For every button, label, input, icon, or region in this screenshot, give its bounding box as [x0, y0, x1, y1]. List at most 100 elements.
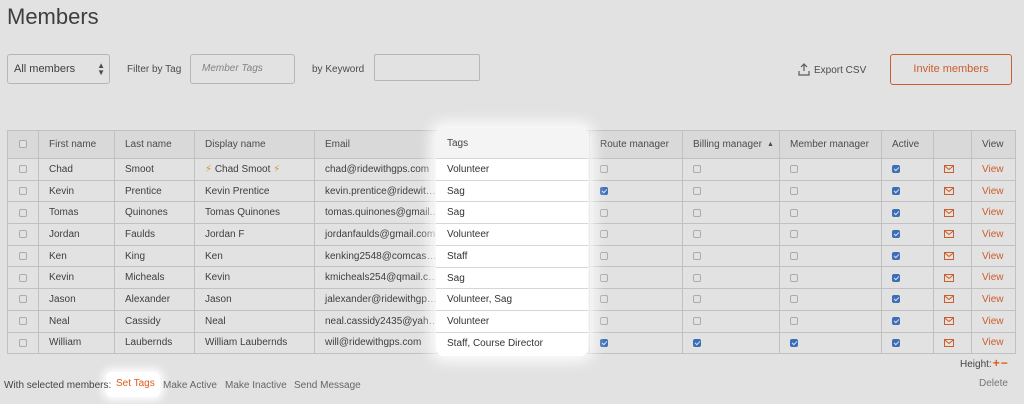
- active-checkbox[interactable]: [892, 295, 900, 304]
- row-select-checkbox[interactable]: [19, 273, 27, 282]
- member-manager-checkbox[interactable]: [790, 165, 798, 174]
- view-link[interactable]: View: [982, 294, 1004, 305]
- active-checkbox[interactable]: [892, 317, 900, 326]
- header-member-manager[interactable]: Member manager: [779, 130, 882, 159]
- route-manager-checkbox[interactable]: [600, 338, 608, 347]
- active-checkbox[interactable]: [892, 165, 900, 174]
- delete-button[interactable]: Delete: [979, 378, 1008, 389]
- header-billing-manager[interactable]: Billing manager ▲: [682, 130, 780, 159]
- make-inactive-button[interactable]: Make Inactive: [225, 380, 287, 391]
- select-all-checkbox[interactable]: [19, 140, 27, 149]
- billing-manager-checkbox[interactable]: [693, 273, 701, 282]
- active-checkbox[interactable]: [892, 273, 900, 282]
- route-manager-checkbox[interactable]: [600, 273, 608, 282]
- row-select-cell[interactable]: [7, 223, 39, 246]
- view-link[interactable]: View: [982, 207, 1004, 218]
- route-manager-checkbox[interactable]: [600, 165, 608, 174]
- route-manager-checkbox[interactable]: [600, 186, 608, 195]
- envelope-icon[interactable]: [944, 186, 954, 195]
- active-checkbox[interactable]: [892, 208, 900, 217]
- header-first-name[interactable]: First name: [38, 130, 115, 159]
- header-last-name[interactable]: Last name: [114, 130, 195, 159]
- member-manager-checkbox[interactable]: [790, 338, 798, 347]
- export-csv-button[interactable]: Export CSV: [798, 63, 866, 76]
- member-manager-checkbox[interactable]: [790, 186, 798, 195]
- member-manager-checkbox[interactable]: [790, 273, 798, 282]
- envelope-icon[interactable]: [944, 165, 954, 174]
- spotlight-row-divider: [436, 288, 588, 290]
- billing-manager-checkbox[interactable]: [693, 338, 701, 347]
- active-checkbox[interactable]: [892, 230, 900, 239]
- billing-manager-checkbox[interactable]: [693, 165, 701, 174]
- set-tags-button[interactable]: Set Tags: [116, 378, 155, 389]
- row-select-cell[interactable]: [7, 244, 39, 268]
- row-select-checkbox[interactable]: [19, 230, 27, 239]
- row-select-checkbox[interactable]: [19, 295, 27, 304]
- row-select-cell[interactable]: [7, 158, 39, 181]
- make-active-button[interactable]: Make Active: [163, 380, 217, 391]
- envelope-icon[interactable]: [944, 230, 954, 239]
- row-select-checkbox[interactable]: [19, 317, 27, 326]
- billing-manager-cell: [682, 266, 780, 290]
- header-email[interactable]: Email: [314, 130, 438, 159]
- envelope-icon[interactable]: [944, 208, 954, 217]
- row-select-checkbox[interactable]: [19, 208, 27, 217]
- spotlight-divider: [436, 158, 588, 159]
- member-manager-checkbox[interactable]: [790, 251, 798, 260]
- row-select-cell[interactable]: [7, 331, 39, 355]
- view-link[interactable]: View: [982, 337, 1004, 348]
- active-checkbox[interactable]: [892, 338, 900, 347]
- billing-manager-checkbox[interactable]: [693, 230, 701, 239]
- spotlight-tag-text: Volunteer, Sag: [447, 294, 513, 306]
- height-decrease-button[interactable]: −: [1001, 356, 1008, 370]
- row-select-checkbox[interactable]: [19, 251, 27, 260]
- route-manager-checkbox[interactable]: [600, 251, 608, 260]
- keyword-input[interactable]: [374, 54, 480, 81]
- member-manager-checkbox[interactable]: [790, 295, 798, 304]
- view-link[interactable]: View: [982, 164, 1004, 175]
- header-billing-manager-label: Billing manager: [693, 139, 762, 150]
- send-message-button[interactable]: Send Message: [294, 380, 361, 391]
- row-select-checkbox[interactable]: [19, 186, 27, 195]
- row-select-cell[interactable]: [7, 309, 39, 333]
- active-checkbox[interactable]: [892, 251, 900, 260]
- view-link[interactable]: View: [982, 272, 1004, 283]
- billing-manager-checkbox[interactable]: [693, 186, 701, 195]
- member-manager-checkbox[interactable]: [790, 230, 798, 239]
- set-tags-spotlight[interactable]: Set Tags: [106, 372, 160, 397]
- view-link[interactable]: View: [982, 229, 1004, 240]
- envelope-icon[interactable]: [944, 251, 954, 260]
- billing-manager-checkbox[interactable]: [693, 317, 701, 326]
- billing-manager-checkbox[interactable]: [693, 208, 701, 217]
- active-checkbox[interactable]: [892, 186, 900, 195]
- header-active[interactable]: Active: [881, 130, 934, 159]
- route-manager-checkbox[interactable]: [600, 295, 608, 304]
- view-link[interactable]: View: [982, 186, 1004, 197]
- header-route-manager[interactable]: Route manager: [589, 130, 683, 159]
- row-select-cell[interactable]: [7, 266, 39, 290]
- view-link[interactable]: View: [982, 251, 1004, 262]
- view-link[interactable]: View: [982, 316, 1004, 327]
- billing-manager-checkbox[interactable]: [693, 295, 701, 304]
- row-select-cell[interactable]: [7, 201, 39, 225]
- envelope-icon[interactable]: [944, 338, 954, 347]
- envelope-icon[interactable]: [944, 273, 954, 282]
- billing-manager-checkbox[interactable]: [693, 251, 701, 260]
- route-manager-checkbox[interactable]: [600, 208, 608, 217]
- envelope-icon[interactable]: [944, 317, 954, 326]
- member-manager-checkbox[interactable]: [790, 317, 798, 326]
- height-increase-button[interactable]: +: [993, 356, 1000, 370]
- row-select-cell[interactable]: [7, 288, 39, 311]
- select-all-cell[interactable]: [7, 130, 39, 159]
- member-scope-select[interactable]: All members ▲ ▼: [7, 54, 110, 84]
- row-select-cell[interactable]: [7, 179, 39, 203]
- row-select-checkbox[interactable]: [19, 338, 27, 347]
- envelope-icon[interactable]: [944, 295, 954, 304]
- route-manager-checkbox[interactable]: [600, 230, 608, 239]
- member-manager-checkbox[interactable]: [790, 208, 798, 217]
- route-manager-checkbox[interactable]: [600, 317, 608, 326]
- header-display-name[interactable]: Display name: [194, 130, 315, 159]
- member-tags-input[interactable]: Member Tags: [190, 54, 295, 84]
- row-select-checkbox[interactable]: [19, 165, 27, 174]
- invite-members-button[interactable]: Invite members: [890, 54, 1012, 85]
